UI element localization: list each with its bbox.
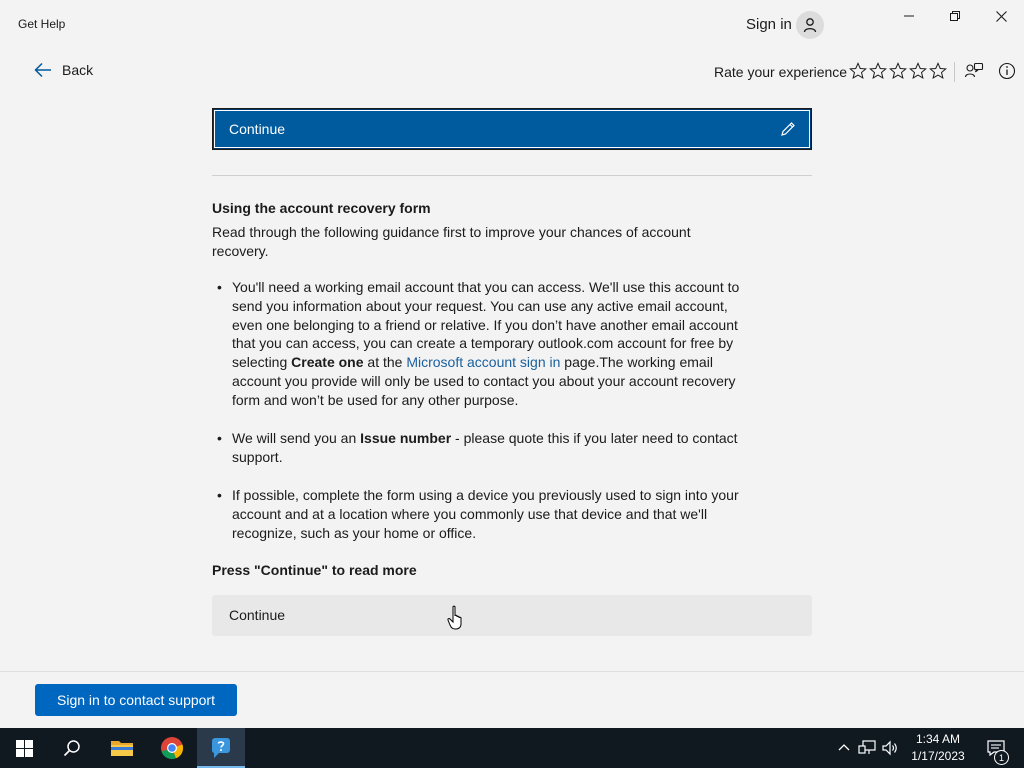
volume-icon[interactable] xyxy=(882,740,900,756)
list-item: You'll need a working email account that… xyxy=(212,278,752,410)
minimize-button[interactable] xyxy=(886,0,932,32)
selected-step-label: Continue xyxy=(229,121,286,137)
microsoft-sign-in-link[interactable]: Microsoft account sign in xyxy=(406,354,560,370)
star-icon[interactable] xyxy=(909,62,927,80)
network-icon[interactable] xyxy=(858,740,876,756)
person-icon xyxy=(803,18,817,33)
app-title: Get Help xyxy=(18,17,66,31)
clock-time: 1:34 AM xyxy=(915,732,961,746)
section-divider xyxy=(212,175,812,176)
get-help-icon xyxy=(211,738,230,758)
restore-button[interactable] xyxy=(932,0,978,32)
continue-button[interactable]: Continue xyxy=(212,595,812,636)
rating-stars xyxy=(849,62,947,80)
footer-divider xyxy=(0,671,1024,672)
back-label: Back xyxy=(62,62,94,78)
close-icon xyxy=(995,10,1007,22)
star-icon[interactable] xyxy=(869,62,887,80)
main-content: Continue Using the account recovery form… xyxy=(0,96,1024,671)
list-item: If possible, complete the form using a d… xyxy=(212,486,752,542)
back-arrow-icon xyxy=(34,62,51,78)
press-continue-prompt: Press "Continue" to read more xyxy=(212,562,417,578)
system-tray xyxy=(836,728,900,768)
notification-count-badge: 1 xyxy=(994,750,1009,765)
file-explorer-button[interactable] xyxy=(98,728,146,768)
start-button[interactable] xyxy=(0,728,48,768)
sign-in-link[interactable]: Sign in xyxy=(746,16,792,33)
feedback-icon[interactable] xyxy=(964,62,984,82)
edit-pencil-icon[interactable] xyxy=(780,121,796,137)
info-icon[interactable] xyxy=(998,62,1016,80)
chrome-icon xyxy=(161,737,184,760)
selected-continue-step[interactable]: Continue xyxy=(213,109,811,149)
list-item: We will send you an Issue number - pleas… xyxy=(212,429,752,467)
close-button[interactable] xyxy=(978,0,1024,32)
intro-text: Read through the following guidance firs… xyxy=(212,224,691,259)
search-button[interactable] xyxy=(48,728,96,768)
folder-icon xyxy=(111,741,133,756)
chrome-button[interactable] xyxy=(148,728,196,768)
guidance-list: You'll need a working email account that… xyxy=(212,278,752,562)
rate-experience-label: Rate your experience xyxy=(714,64,848,80)
taskbar-clock[interactable]: 1:34 AM 1/17/2023 xyxy=(906,731,970,765)
search-icon xyxy=(63,740,80,757)
command-divider xyxy=(954,62,955,82)
title-bar: Get Help Sign in xyxy=(0,0,1024,48)
clock-date: 1/17/2023 xyxy=(911,749,965,763)
continue-button-label: Continue xyxy=(229,607,286,623)
windows-logo-icon xyxy=(15,739,33,757)
get-help-taskbar-button[interactable] xyxy=(197,728,245,768)
star-icon[interactable] xyxy=(889,62,907,80)
star-icon[interactable] xyxy=(929,62,947,80)
minimize-icon xyxy=(904,15,914,17)
back-button[interactable]: Back xyxy=(34,62,93,78)
restore-icon xyxy=(950,11,960,21)
star-icon[interactable] xyxy=(849,62,867,80)
hand-cursor-icon xyxy=(447,605,462,630)
sign-in-to-contact-support-button[interactable]: Sign in to contact support xyxy=(35,684,237,716)
avatar[interactable] xyxy=(796,11,824,39)
chevron-up-icon[interactable] xyxy=(836,740,852,756)
section-heading: Using the account recovery form xyxy=(212,200,431,216)
